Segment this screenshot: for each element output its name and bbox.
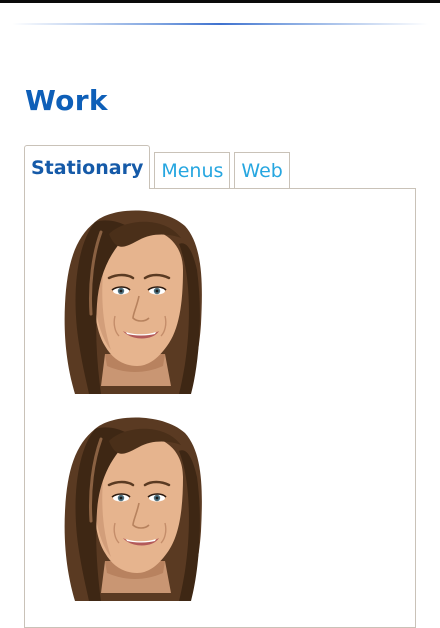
header-divider: [12, 23, 428, 25]
woman-portrait-illustration-icon: [64, 417, 202, 601]
top-bar: [0, 0, 440, 3]
woman-portrait-illustration-icon: [64, 210, 202, 394]
tab-web[interactable]: Web: [234, 152, 290, 189]
gallery-item[interactable]: [53, 411, 203, 606]
gallery-item[interactable]: [53, 204, 203, 399]
tab-panel-stationary: [24, 188, 416, 628]
tab-stationary[interactable]: Stationary: [24, 145, 151, 189]
tab-menus[interactable]: Menus: [154, 152, 231, 189]
page-title: Work: [25, 84, 108, 117]
tab-bar: Stationary Menus Web: [24, 145, 290, 189]
